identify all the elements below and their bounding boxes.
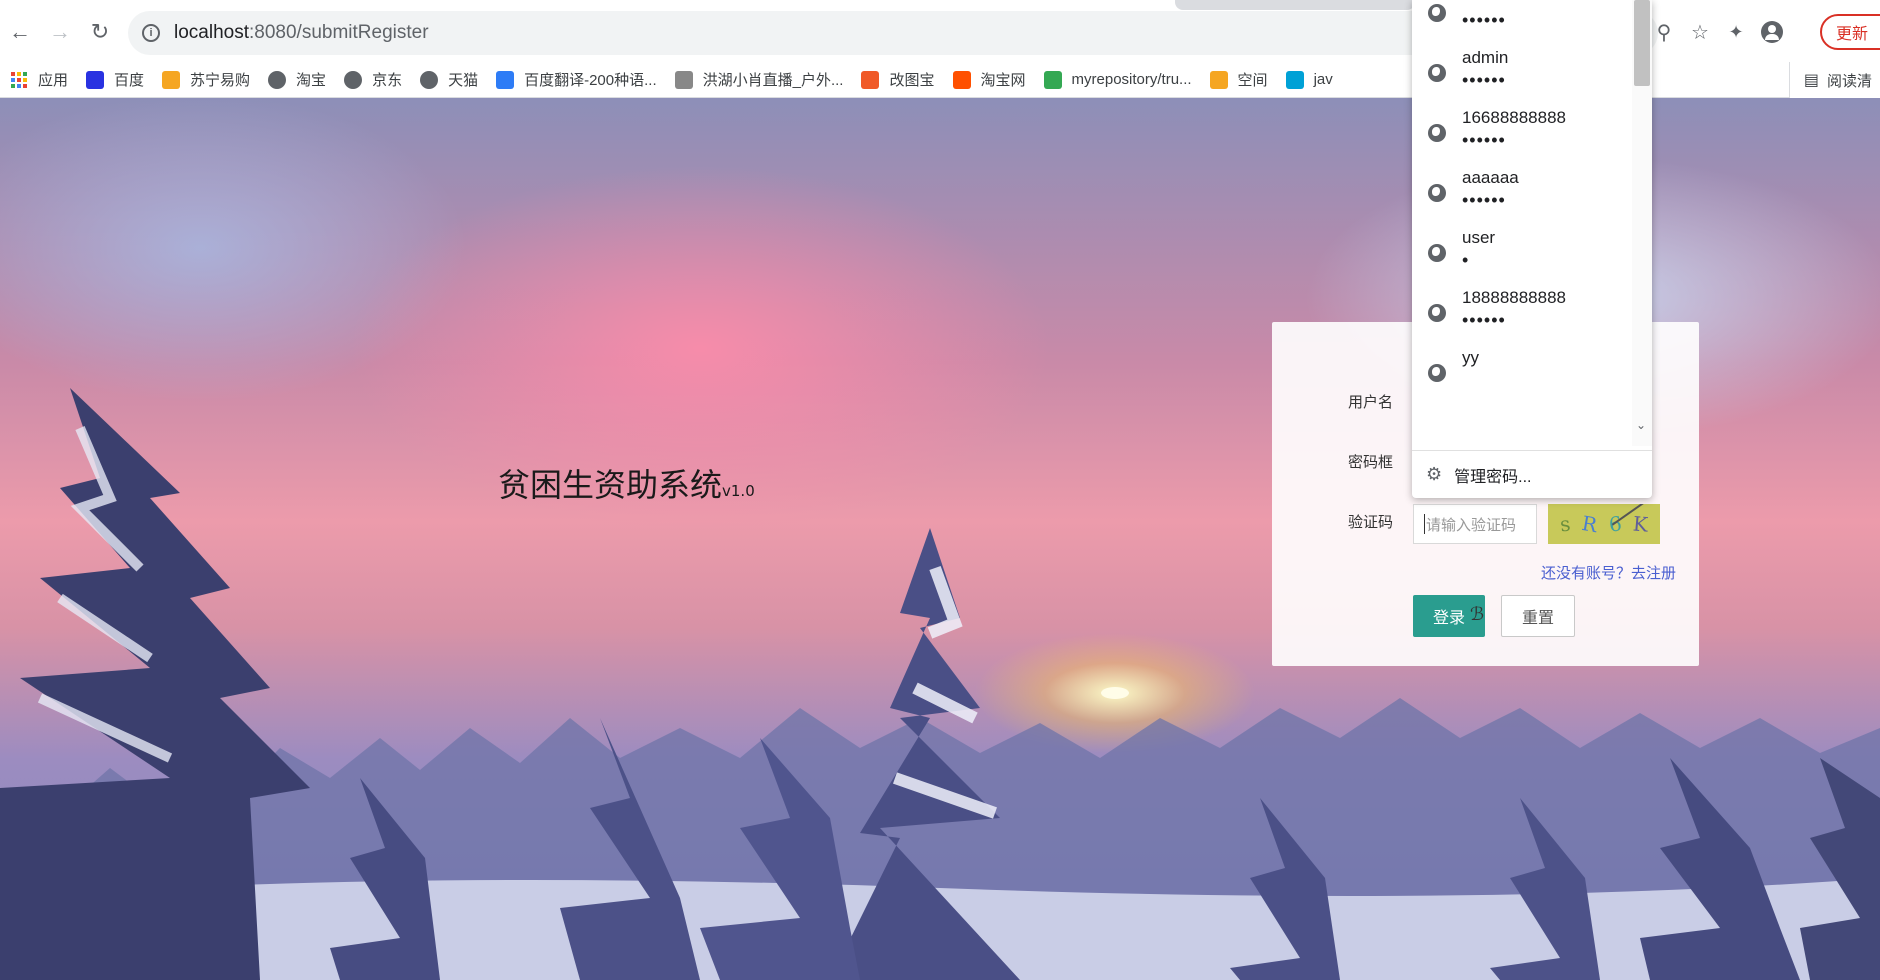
globe-icon — [1428, 184, 1446, 202]
username-label: 用户名 — [1348, 394, 1394, 411]
globe-icon — [1428, 304, 1446, 322]
captcha-input[interactable]: 请输入验证码 — [1413, 504, 1537, 544]
reading-list-button[interactable]: ▤ 阅读清 — [1788, 62, 1880, 98]
credential-password-mask: • — [1462, 250, 1470, 270]
bookmark-item[interactable]: 应用 — [10, 69, 68, 90]
system-version: v1.0 — [722, 482, 755, 500]
credential-username: yy — [1462, 348, 1479, 367]
autofill-scrollbar-thumb[interactable] — [1634, 0, 1650, 86]
register-link[interactable]: 还没有账号？去注册 — [1541, 562, 1676, 583]
credential-username: aaaaaa — [1462, 168, 1519, 187]
globe-icon — [420, 70, 439, 89]
manage-passwords-item[interactable]: ⚙ 管理密码... — [1412, 450, 1652, 498]
suning-icon — [162, 70, 181, 89]
toolbar-icons: ⚲ ☆ ✦ — [1646, 14, 1790, 50]
gaitubao-icon — [861, 70, 880, 89]
profile-avatar-icon[interactable] — [1754, 14, 1790, 50]
back-icon[interactable]: ← — [2, 14, 38, 50]
bookmark-label: 改图宝 — [889, 72, 935, 89]
bookmark-star-icon[interactable]: ☆ — [1682, 14, 1718, 50]
bookmark-label: 苏宁易购 — [190, 72, 251, 89]
system-title-text: 贫困生资助系统 — [498, 466, 723, 504]
bookmark-item[interactable]: 淘宝网 — [952, 69, 1026, 90]
qzone-icon — [1209, 70, 1228, 89]
gear-icon: ⚙ — [1426, 464, 1443, 484]
saved-credential-item[interactable]: yy — [1412, 338, 1632, 410]
tab-strip-edge — [1175, 0, 1415, 10]
bookmark-item[interactable]: 洪湖小肖直播_户外... — [674, 69, 844, 90]
globe-icon — [1428, 4, 1446, 22]
reset-button[interactable]: 重置 — [1501, 595, 1575, 637]
url-path: :8080/submitRegister — [249, 22, 429, 43]
credential-username: user — [1462, 228, 1496, 247]
credential-password-mask: •••••• — [1462, 130, 1506, 150]
bookmark-label: 应用 — [38, 72, 69, 89]
credential-password-mask: •••••• — [1462, 70, 1506, 90]
credential-username: 18888888888 — [1462, 288, 1567, 307]
bookmark-item[interactable]: 苏宁易购 — [162, 69, 250, 90]
text-caret — [1424, 514, 1425, 534]
extensions-puzzle-icon[interactable]: ✦ — [1718, 14, 1754, 50]
taobao-icon — [952, 70, 971, 89]
bookmark-label: 淘宝 — [296, 72, 327, 89]
bookmark-item[interactable]: myrepository/tru... — [1043, 70, 1192, 89]
credential-password-mask: •••••• — [1462, 10, 1506, 30]
bookmark-item[interactable]: 改图宝 — [861, 69, 935, 90]
globe-icon — [1428, 364, 1446, 382]
bird-icon — [674, 70, 693, 89]
bookmark-label: 洪湖小肖直播_户外... — [702, 72, 844, 89]
credential-username: 16688888888 — [1462, 108, 1567, 127]
captcha-char: s — [1558, 511, 1572, 537]
reload-icon[interactable]: ↻ — [82, 14, 118, 50]
captcha-placeholder: 请输入验证码 — [1426, 516, 1517, 534]
bookmark-label: 空间 — [1237, 72, 1268, 89]
bookmark-label: 京东 — [372, 72, 403, 89]
bookmark-item[interactable]: jav — [1285, 70, 1333, 89]
address-url: localhost:8080/submitRegister — [174, 22, 429, 44]
credential-password-mask: •••••• — [1462, 190, 1506, 210]
captcha-image[interactable]: s R 6 K — [1548, 504, 1660, 544]
baidu-paw-icon — [86, 70, 105, 89]
bookmark-item[interactable]: 天猫 — [420, 69, 478, 90]
captcha-char: K — [1632, 511, 1650, 537]
text-cursor-icon: ℬ — [1470, 604, 1485, 624]
bookmark-label: 百度 — [114, 72, 145, 89]
chrome-icon — [1043, 70, 1062, 89]
password-autofill-dropdown: •••••• admin •••••• 16688888888 •••••• aaaaaa… — [1412, 0, 1652, 498]
password-label: 密码框 — [1348, 454, 1394, 471]
url-host: localhost — [174, 22, 249, 43]
globe-icon — [1428, 124, 1446, 142]
bookmark-item[interactable]: 百度 — [86, 69, 144, 90]
bookmark-label: 淘宝网 — [980, 72, 1026, 89]
apps-grid-icon — [10, 71, 28, 89]
captcha-char: R — [1579, 510, 1599, 538]
bookmark-label: jav — [1313, 71, 1333, 88]
scroll-down-chevron-icon[interactable]: ⌄ — [1636, 418, 1646, 432]
globe-icon — [268, 70, 287, 89]
reading-list-icon: ▤ — [1803, 72, 1819, 89]
autofill-list: •••••• admin •••••• 16688888888 •••••• aaaaaa… — [1412, 0, 1652, 446]
globe-icon — [1428, 244, 1446, 262]
update-button[interactable]: 更新 — [1820, 14, 1880, 50]
bookmark-item[interactable]: 空间 — [1209, 69, 1268, 90]
bookmark-item[interactable]: 京东 — [344, 69, 402, 90]
globe-icon — [344, 70, 363, 89]
site-info-icon[interactable]: i — [142, 24, 160, 42]
bilibili-icon — [1285, 70, 1304, 89]
bookmark-label: 天猫 — [448, 72, 479, 89]
credential-username: admin — [1462, 48, 1509, 67]
captcha-label: 验证码 — [1348, 514, 1394, 531]
globe-icon — [1428, 64, 1446, 82]
translate-icon — [496, 70, 515, 89]
bookmark-label: 百度翻译-200种语... — [524, 72, 657, 89]
forward-icon[interactable]: → — [42, 14, 78, 50]
bookmark-label: myrepository/tru... — [1071, 71, 1192, 88]
credential-password-mask: •••••• — [1462, 310, 1506, 330]
bookmark-item[interactable]: 百度翻译-200种语... — [496, 69, 657, 90]
system-title: 贫困生资助系统v1.0 — [498, 460, 755, 506]
reading-list-label: 阅读清 — [1826, 72, 1872, 90]
manage-passwords-label: 管理密码... — [1454, 468, 1532, 486]
bookmark-item[interactable]: 淘宝 — [268, 69, 326, 90]
